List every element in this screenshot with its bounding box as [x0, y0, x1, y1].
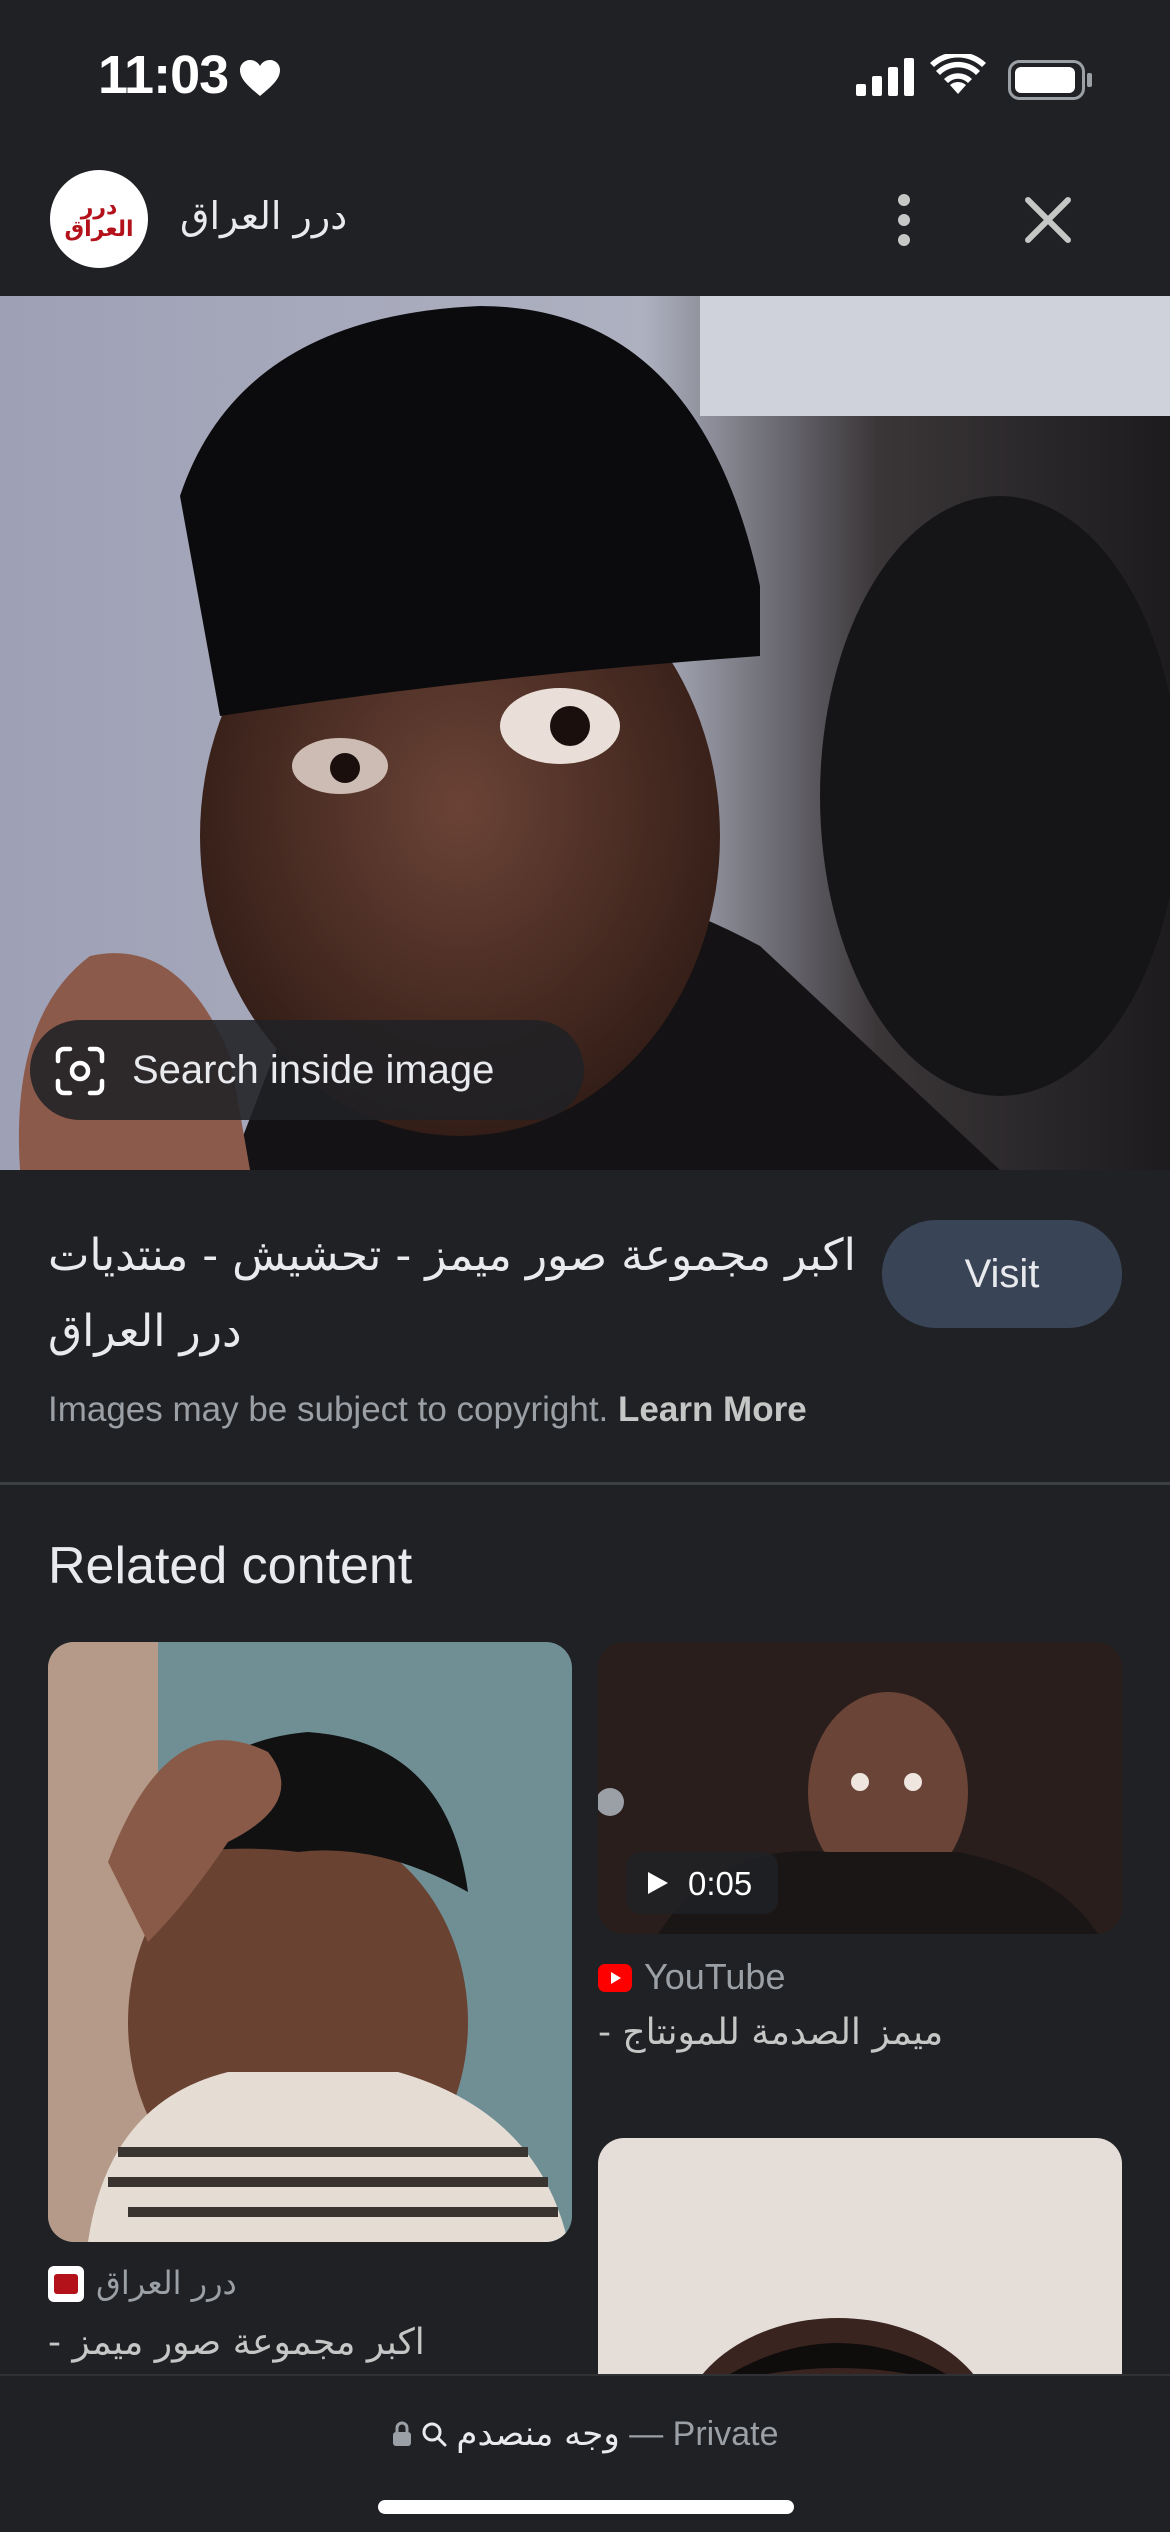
more-options-icon[interactable]: [876, 190, 932, 250]
status-bar: 11:03: [0, 0, 1170, 150]
related-content-heading: Related content: [48, 1537, 413, 1595]
address-separator: —: [629, 2415, 664, 2453]
search-inside-label: Search inside image: [132, 1048, 495, 1092]
site-name[interactable]: درر العراق: [180, 194, 347, 238]
site-favicon-icon: [48, 2266, 84, 2302]
address-text[interactable]: وجه منصدم — Private: [0, 2414, 1170, 2454]
heart-icon: [240, 60, 280, 96]
google-lens-icon: [55, 1046, 105, 1096]
result-info: اكبر مجموعة صور ميمز - تحشيش - منتديات د…: [0, 1170, 1170, 1484]
viewer-header: درر العراق درر العراق: [0, 150, 1170, 296]
video-duration-badge: 0:05: [626, 1852, 778, 1914]
duration-text: 0:05: [688, 1865, 753, 1902]
search-inside-image-button[interactable]: Search inside image: [30, 1020, 584, 1120]
home-indicator[interactable]: [378, 2500, 794, 2514]
site-logo: درر العراق: [64, 195, 134, 242]
youtube-icon: [598, 1964, 632, 1992]
wifi-icon: [930, 54, 986, 94]
browsing-mode: Private: [672, 2415, 779, 2453]
copyright-notice: Images may be subject to copyright. Lear…: [48, 1390, 807, 1430]
result-title[interactable]: اكبر مجموعة صور ميمز - تحشيش - منتديات د…: [48, 1218, 878, 1370]
search-query: وجه منصدم: [456, 2414, 620, 2454]
close-icon[interactable]: [1018, 190, 1078, 250]
related-title-2[interactable]: ميمز الصدمة للمونتاج -: [598, 2012, 943, 2053]
main-image[interactable]: Search inside image: [0, 296, 1170, 1170]
related-source-youtube: YouTube: [644, 1956, 786, 1997]
related-title-1[interactable]: اكبر مجموعة صور ميمز -: [48, 2322, 425, 2363]
play-icon: [648, 1872, 668, 1894]
visit-button[interactable]: Visit: [882, 1220, 1122, 1328]
cellular-signal-icon: [856, 58, 914, 96]
search-icon: [422, 2422, 447, 2447]
copyright-text: Images may be subject to copyright.: [48, 1390, 609, 1429]
battery-icon: [1008, 60, 1092, 100]
related-photo-1: [48, 1642, 572, 2242]
lock-icon: [392, 2421, 411, 2446]
site-avatar[interactable]: درر العراق: [50, 170, 148, 268]
section-divider: [0, 1482, 1170, 1485]
status-time: 11:03: [98, 45, 229, 105]
related-image-1[interactable]: [48, 1642, 572, 2242]
bottom-address-bar[interactable]: وجه منصدم — Private: [0, 2374, 1170, 2532]
related-source-site: درر العراق: [96, 2264, 237, 2302]
learn-more-link[interactable]: Learn More: [618, 1390, 807, 1429]
